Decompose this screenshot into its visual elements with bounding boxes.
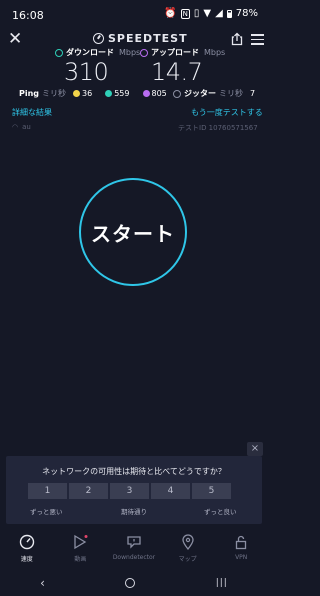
upload-icon — [140, 48, 148, 57]
survey-question: ネットワークの可用性は期待と比べてどうですか？ — [42, 467, 226, 476]
status-time: 16:08 — [12, 9, 44, 22]
home-icon[interactable] — [125, 578, 136, 588]
isp-name: au — [22, 123, 31, 131]
download-value: 310 — [64, 58, 109, 86]
battery-icon — [226, 9, 232, 18]
nav-item-downdetector[interactable]: Downdetector — [107, 528, 161, 570]
rating-option[interactable]: 3 — [110, 483, 149, 499]
battery-level: 78% — [235, 8, 258, 19]
wifi-icon: ◠ — [12, 123, 19, 131]
alarm-icon: ⏰ — [164, 8, 177, 19]
download-unit: Mbps — [119, 48, 141, 57]
ping-idle: 36 — [73, 89, 92, 98]
share-icon[interactable] — [230, 32, 244, 46]
nav-label: 速度 — [20, 556, 33, 563]
nav-item-map[interactable]: マップ — [161, 528, 215, 570]
jitter-value: 7 — [250, 89, 256, 98]
downdetector-icon — [127, 536, 141, 549]
isp-info: ◠ au — [12, 123, 31, 131]
speedtest-logo: SPEEDTEST — [93, 32, 188, 45]
nav-item-vpn[interactable]: VPN — [214, 528, 268, 570]
vibrate-icon: ▯ — [193, 8, 200, 19]
menu-icon[interactable] — [251, 34, 264, 45]
map-pin-icon — [181, 534, 194, 550]
lock-icon — [236, 535, 247, 550]
upload-label: アップロード Mbps — [140, 47, 225, 58]
rating-option[interactable]: 4 — [151, 483, 190, 499]
jitter-row: ジッター ミリ秒 7 — [173, 88, 255, 99]
retest-link[interactable]: もう一度テストする — [191, 107, 263, 118]
ping-download: 559 — [105, 89, 130, 98]
upload-value: 14.7 — [151, 58, 203, 86]
download-label: ダウンロード Mbps — [55, 47, 140, 58]
start-button[interactable]: スタート — [79, 178, 187, 286]
nav-item-speed[interactable]: 速度 — [0, 528, 54, 570]
ping-upload: 805 — [142, 89, 167, 98]
jitter-label: ジッター — [184, 89, 216, 98]
status-icons: ⏰ N ▯ ▼ ◢ 78% — [164, 8, 258, 19]
ping-row: Ping ミリ秒 36 559 805 — [19, 88, 167, 99]
nav-label: 動画 — [74, 556, 87, 563]
survey-close-button[interactable]: × — [247, 442, 263, 456]
survey-card: ネットワークの可用性は期待と比べてどうですか？ 1 2 3 4 5 ずっと悪い … — [6, 456, 262, 524]
scale-high-label: ずっと良い — [204, 508, 237, 516]
nav-label: VPN — [235, 554, 248, 561]
ping-unit: ミリ秒 — [42, 89, 67, 98]
nav-item-video[interactable]: 動画 — [54, 528, 108, 570]
nav-label: Downdetector — [112, 554, 156, 561]
wifi-icon: ▼ — [203, 8, 212, 19]
test-id: テストID 10760571567 — [178, 124, 258, 132]
nav-label: マップ — [178, 556, 197, 563]
bottom-nav: 速度 動画 Downdetector マップ VPN — [0, 528, 268, 570]
scale-mid-label: 期待通り — [121, 508, 147, 516]
logo-text: SPEEDTEST — [108, 32, 188, 45]
nfc-icon: N — [180, 8, 190, 19]
video-icon — [74, 534, 88, 550]
rating-option[interactable]: 5 — [192, 483, 231, 499]
jitter-icon — [173, 89, 181, 98]
rating-scale: 1 2 3 4 5 — [28, 483, 231, 499]
idle-ping-icon — [73, 90, 81, 97]
details-link[interactable]: 詳細な結果 — [12, 107, 52, 118]
scale-low-label: ずっと悪い — [30, 508, 63, 516]
jitter-unit: ミリ秒 — [219, 89, 243, 98]
close-icon[interactable]: ✕ — [8, 31, 24, 48]
rating-option[interactable]: 1 — [28, 483, 67, 499]
speedometer-icon — [19, 534, 34, 550]
upload-unit: Mbps — [204, 48, 226, 57]
rating-option[interactable]: 2 — [69, 483, 108, 499]
signal-icon: ◢ — [215, 8, 223, 19]
start-label: スタート — [91, 221, 175, 246]
system-nav-bar: ‹ ||| — [0, 570, 268, 596]
back-icon[interactable]: ‹ — [40, 576, 45, 590]
download-ping-icon — [105, 90, 113, 97]
gauge-icon — [93, 33, 104, 44]
upload-ping-icon — [142, 90, 150, 97]
recents-icon[interactable]: ||| — [216, 578, 228, 588]
download-icon — [55, 48, 63, 57]
ping-label: Ping — [19, 89, 40, 98]
